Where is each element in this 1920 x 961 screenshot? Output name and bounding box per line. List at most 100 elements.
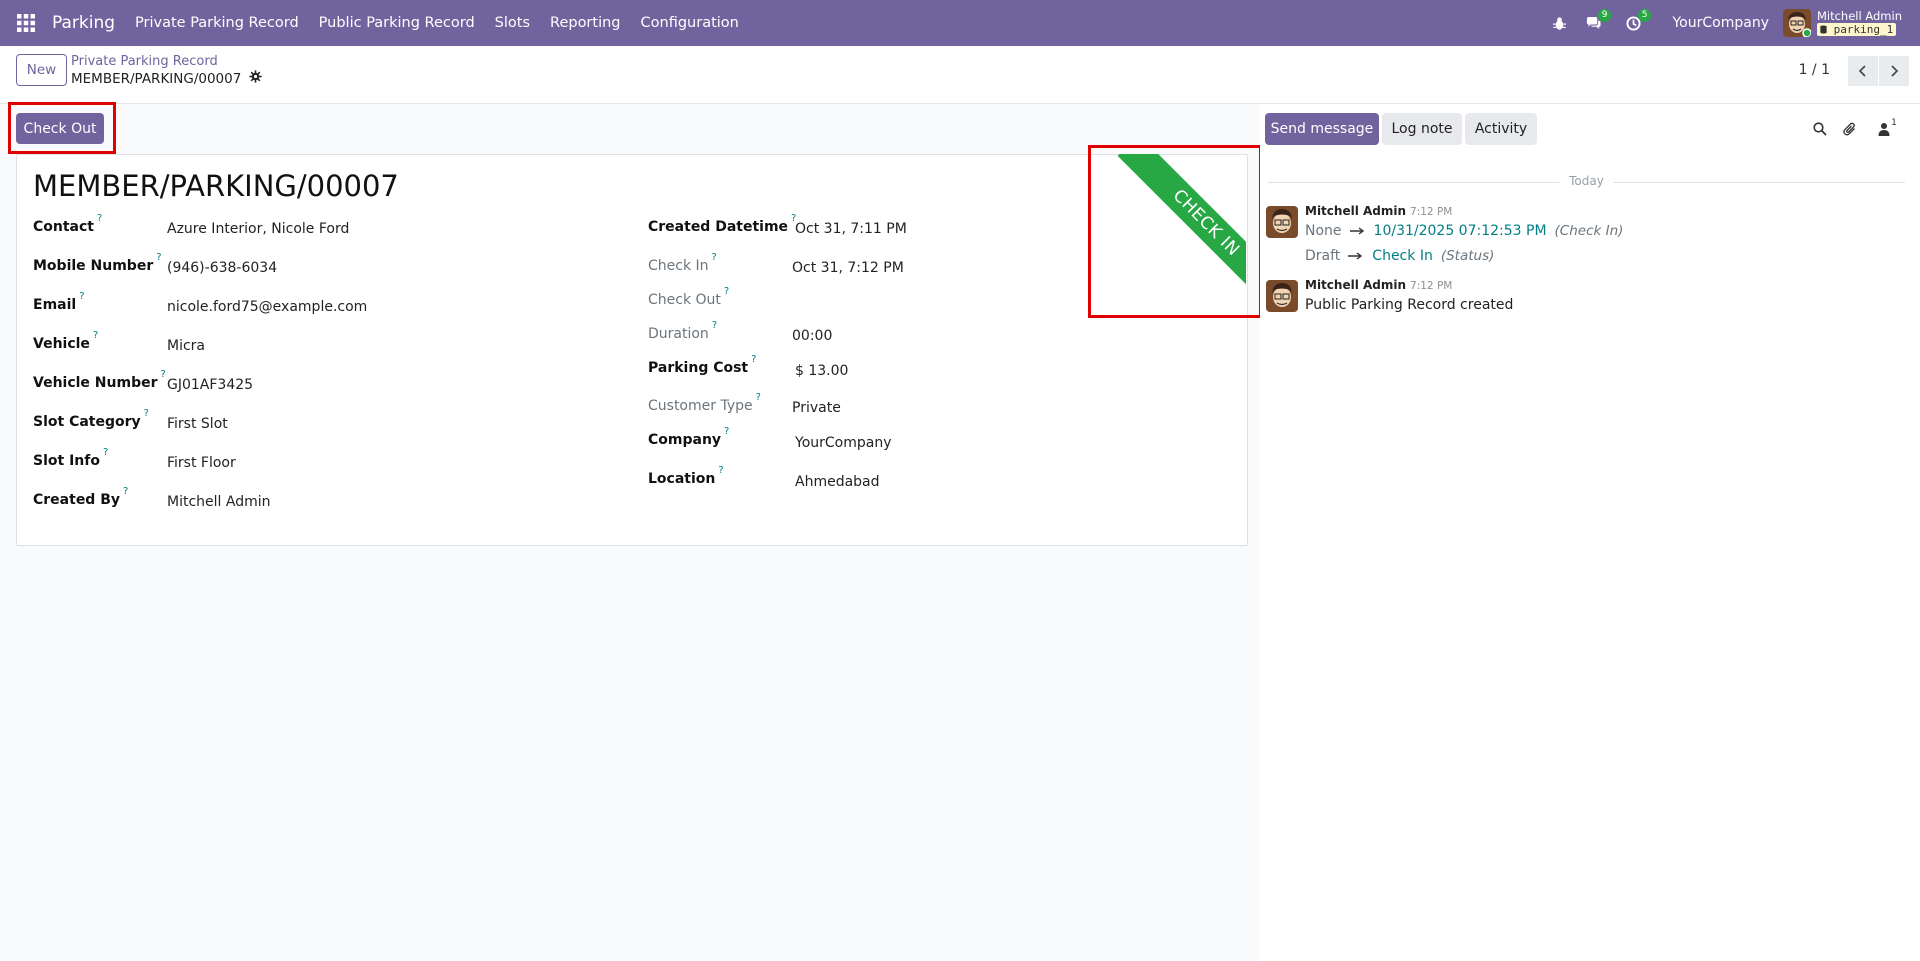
message-time: 7:12 PM (1410, 280, 1453, 292)
search-icon[interactable] (1810, 119, 1830, 139)
tracking-new-value: Check In (1372, 248, 1433, 264)
gear-icon[interactable] (249, 70, 262, 87)
help-tooltip-icon[interactable]: ? (712, 320, 717, 331)
chevron-right-icon (1891, 65, 1899, 77)
help-tooltip-icon[interactable]: ? (724, 426, 729, 437)
field-label: Vehicle Number (33, 375, 158, 391)
help-tooltip-icon[interactable]: ? (156, 252, 161, 263)
messages-count-badge: 9 (1597, 9, 1612, 22)
help-tooltip-icon[interactable]: ? (718, 465, 723, 476)
tracking-value-row: Draft Check In (Status) (1305, 248, 1494, 264)
activities-clock-icon[interactable]: 5 (1618, 0, 1652, 46)
message-author-avatar[interactable] (1266, 280, 1298, 312)
field-contact: Contact? (33, 213, 102, 235)
vehicle-value[interactable]: Micra (167, 338, 205, 354)
chevron-left-icon (1858, 65, 1866, 77)
tracking-old-value: Draft (1305, 248, 1341, 264)
contact-value[interactable]: Azure Interior, Nicole Ford (167, 221, 349, 237)
field-company: Company? (648, 426, 729, 448)
field-customer-type: Customer Type? (648, 392, 761, 414)
email-value[interactable]: nicole.ford75@example.com (167, 299, 367, 315)
field-parking-cost: Parking Cost? (648, 354, 756, 376)
duration-value: 00:00 (792, 328, 833, 344)
help-tooltip-icon[interactable]: ? (751, 354, 756, 365)
vehicle-number-value[interactable]: GJ01AF3425 (167, 377, 253, 393)
message-time: 7:12 PM (1410, 206, 1453, 218)
tracking-field-name: (Status) (1440, 248, 1495, 264)
activities-count-badge: 5 (1637, 9, 1652, 22)
debug-bug-icon[interactable] (1544, 0, 1574, 46)
arrow-right-icon (1349, 227, 1364, 235)
parking-cost-value[interactable]: $ 13.00 (795, 363, 848, 379)
tracking-old-value: None (1305, 223, 1342, 239)
help-tooltip-icon[interactable]: ? (161, 369, 166, 380)
message-body: Public Parking Record created (1305, 297, 1514, 313)
send-message-button[interactable]: Send message (1265, 113, 1379, 145)
menu-private-parking-record[interactable]: Private Parking Record (135, 15, 299, 31)
slot-category-value[interactable]: First Slot (167, 416, 228, 432)
message-author[interactable]: Mitchell Admin 7:12 PM (1305, 278, 1452, 292)
company-switcher[interactable]: YourCompany (1672, 15, 1769, 31)
field-label: Company (648, 432, 722, 448)
field-vehicle: Vehicle? (33, 330, 98, 352)
database-name: parking_1 (1816, 23, 1897, 36)
field-label: Duration (648, 326, 709, 342)
menu-public-parking-record[interactable]: Public Parking Record (319, 15, 475, 31)
new-button[interactable]: New (16, 54, 67, 86)
user-avatar[interactable] (1782, 9, 1811, 37)
field-created-datetime: Created Datetime? (648, 213, 796, 235)
paperclip-icon[interactable] (1840, 119, 1860, 139)
log-note-button[interactable]: Log note (1382, 113, 1462, 145)
field-vehicle-number: Vehicle Number? (33, 369, 166, 391)
slot-info-value[interactable]: First Floor (167, 455, 236, 471)
created-by-value[interactable]: Mitchell Admin (167, 494, 271, 510)
activity-button[interactable]: Activity (1465, 113, 1537, 145)
field-label: Check In (648, 258, 709, 274)
field-label: Created Datetime (648, 219, 789, 235)
field-slot-info: Slot Info? (33, 447, 108, 469)
tracking-field-name: (Check In) (1554, 223, 1624, 239)
followers-button[interactable]: 1 (1872, 118, 1902, 139)
check-in-value: Oct 31, 7:12 PM (792, 260, 904, 276)
field-label: Created By (33, 492, 121, 508)
help-tooltip-icon[interactable]: ? (712, 252, 717, 263)
help-tooltip-icon[interactable]: ? (144, 408, 149, 419)
record-title: MEMBER/PARKING/00007 (33, 169, 399, 203)
field-location: Location? (648, 465, 724, 487)
created-datetime-value[interactable]: Oct 31, 7:11 PM (795, 221, 907, 237)
company-value[interactable]: YourCompany (795, 435, 892, 451)
mobile-number-value[interactable]: (946)-638-6034 (167, 260, 277, 276)
field-slot-category: Slot Category? (33, 408, 149, 430)
customer-type-value: Private (792, 400, 841, 416)
breadcrumb-parent[interactable]: Private Parking Record (71, 54, 218, 69)
field-label: Email (33, 297, 77, 313)
pager-next-button[interactable] (1879, 56, 1909, 86)
help-tooltip-icon[interactable]: ? (79, 291, 84, 302)
help-tooltip-icon[interactable]: ? (123, 486, 128, 497)
pager-value[interactable]: 1 / 1 (1799, 62, 1830, 78)
field-label: Customer Type (648, 398, 753, 414)
app-brand[interactable]: Parking (52, 13, 115, 33)
breadcrumb-current: MEMBER/PARKING/00007 (71, 70, 262, 87)
tracking-value-row: None 10/31/2025 07:12:53 PM (Check In) (1305, 223, 1623, 239)
help-tooltip-icon[interactable]: ? (103, 447, 108, 458)
menu-reporting[interactable]: Reporting (550, 15, 621, 31)
help-tooltip-icon[interactable]: ? (756, 392, 761, 403)
user-menu[interactable]: Mitchell Admin parking_1 (1816, 10, 1902, 36)
apps-menu-icon[interactable] (0, 0, 52, 46)
help-tooltip-icon[interactable]: ? (724, 286, 729, 297)
field-label: Check Out (648, 292, 721, 308)
messages-icon[interactable]: 9 (1578, 0, 1612, 46)
message-author[interactable]: Mitchell Admin 7:12 PM (1305, 204, 1452, 218)
field-check-in: Check In? (648, 252, 717, 274)
menu-slots[interactable]: Slots (495, 15, 530, 31)
location-value[interactable]: Ahmedabad (795, 474, 880, 490)
help-tooltip-icon[interactable]: ? (93, 330, 98, 341)
arrow-right-icon (1348, 252, 1363, 260)
help-tooltip-icon[interactable]: ? (97, 213, 102, 224)
menu-configuration[interactable]: Configuration (641, 15, 739, 31)
message-author-avatar[interactable] (1266, 206, 1298, 238)
pager-previous-button[interactable] (1848, 56, 1878, 86)
ribbon-highlight-box (1088, 145, 1262, 318)
field-created-by: Created By? (33, 486, 128, 508)
